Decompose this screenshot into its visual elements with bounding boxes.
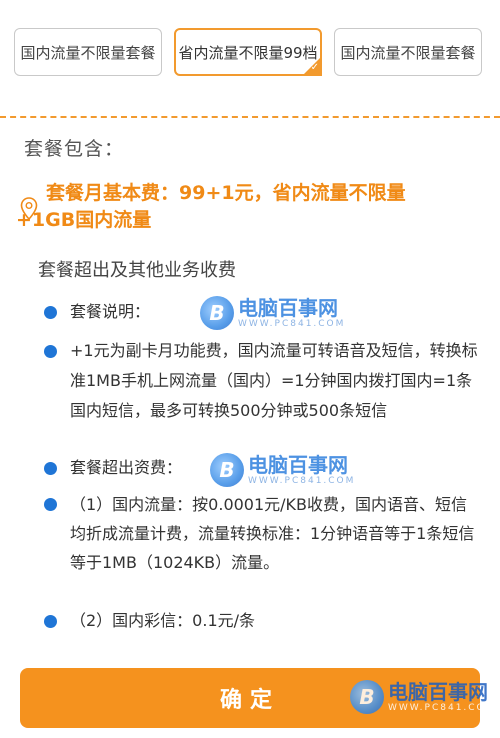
bullet-dot bbox=[44, 462, 57, 475]
watermark: B 电脑百事网 WWW.PC841.COM bbox=[350, 680, 495, 714]
other-fees-label: 套餐超出及其他业务收费 bbox=[38, 260, 236, 281]
list-item-text: （1）国内流量：按0.0001元/KB收费，国内语音、短信均折成流量计费，流量转… bbox=[70, 495, 475, 572]
watermark-name: 电脑百事网 bbox=[388, 680, 488, 704]
bullet-dot bbox=[44, 306, 57, 319]
watermark-url: WWW.PC841.COM bbox=[248, 476, 356, 486]
watermark-logo-icon: B bbox=[200, 296, 234, 330]
list-item: +1元为副卡月功能费，国内流量可转语音及短信，转换标准1MB手机上网流量（国内）… bbox=[44, 336, 480, 426]
dashed-divider bbox=[0, 116, 500, 118]
watermark-logo-icon: B bbox=[210, 453, 244, 487]
list-item: （2）国内彩信：0.1元/条 bbox=[44, 608, 444, 634]
package-includes-label: 套餐包含： bbox=[24, 138, 125, 160]
bullet-dot bbox=[44, 498, 57, 511]
check-icon: ✓ bbox=[310, 62, 319, 73]
watermark-logo-icon: B bbox=[350, 680, 384, 714]
list-item-text: （2）国内彩信：0.1元/条 bbox=[70, 611, 256, 630]
watermark-name: 电脑百事网 bbox=[238, 296, 338, 320]
watermark-name: 电脑百事网 bbox=[248, 453, 348, 477]
tab-label: 国内流量不限量套餐 bbox=[340, 43, 476, 62]
tab-national-unlimited-2[interactable]: 国内流量不限量套餐 bbox=[334, 28, 482, 76]
bullet-dot bbox=[44, 615, 57, 628]
tab-label: 国内流量不限量套餐 bbox=[20, 43, 156, 62]
watermark-url: WWW.PC841.COM bbox=[238, 319, 346, 329]
watermark: B 电脑百事网 WWW.PC841.COM bbox=[200, 296, 345, 330]
basic-fee-line-1: 套餐月基本费：99+1元，省内流量不限量 bbox=[46, 182, 406, 204]
basic-fee-highlight: 套餐月基本费：99+1元，省内流量不限量 +1GB国内流量 bbox=[16, 180, 486, 234]
list-item-text: +1元为副卡月功能费，国内流量可转语音及短信，转换标准1MB手机上网流量（国内）… bbox=[70, 341, 478, 420]
tab-label: 省内流量不限量99档 bbox=[178, 43, 318, 62]
basic-fee-line-2: +1GB国内流量 bbox=[16, 209, 152, 231]
bullet-dot bbox=[44, 345, 57, 358]
list-item: （1）国内流量：按0.0001元/KB收费，国内语音、短信均折成流量计费，流量转… bbox=[44, 490, 480, 577]
watermark-url: WWW.PC841.COM bbox=[388, 703, 496, 713]
watermark: B 电脑百事网 WWW.PC841.COM bbox=[210, 453, 355, 487]
package-tabs: 国内流量不限量套餐 省内流量不限量99档 ✓ 国内流量不限量套餐 bbox=[0, 0, 500, 108]
tab-provincial-unlimited-99[interactable]: 省内流量不限量99档 ✓ bbox=[174, 28, 322, 76]
tab-national-unlimited-1[interactable]: 国内流量不限量套餐 bbox=[14, 28, 162, 76]
